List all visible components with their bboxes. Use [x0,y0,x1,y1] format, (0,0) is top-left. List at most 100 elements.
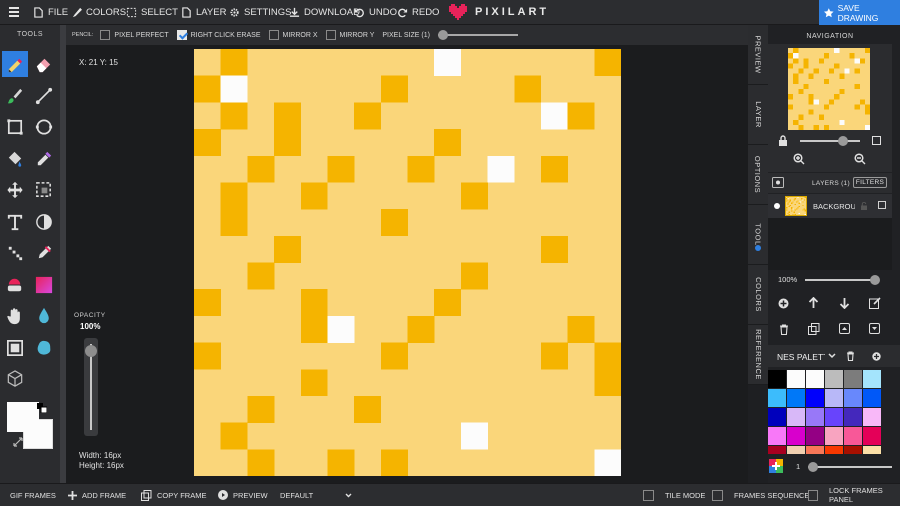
canvas-pixel[interactable] [300,369,328,397]
tab-layer[interactable]: LAYER [748,85,768,145]
palette-swatch[interactable] [806,408,824,426]
layer-select-icon[interactable] [878,201,886,209]
menu-download[interactable]: DOWNLOAD [289,0,360,25]
canvas-pixel[interactable] [194,129,221,157]
duplicate-layer-icon[interactable] [808,323,820,335]
palette-swatch[interactable] [825,408,843,426]
zoom-out-icon[interactable] [854,153,866,165]
palette-swatch[interactable] [844,389,862,407]
hand-icon[interactable] [2,303,28,329]
opacity-knob[interactable] [85,345,97,357]
palette-swatch[interactable] [844,446,862,454]
navigation-preview[interactable] [788,48,871,131]
canvas-pixel[interactable] [194,75,221,103]
gradient-icon[interactable] [31,272,57,298]
frames-sequence-option[interactable]: FRAMES SEQUENCE [712,484,809,506]
merge-down-icon[interactable] [869,323,880,334]
tab-preview[interactable]: PREVIEW [748,25,768,85]
menu-select[interactable]: SELECT [126,0,178,25]
canvas-pixel[interactable] [300,182,328,210]
frame-speed-select[interactable]: DEFAULT [280,484,352,506]
zoom-knob[interactable] [838,136,848,146]
tile-mode-option[interactable]: TILE MODE [643,484,705,506]
palette-swatch[interactable] [825,446,843,454]
menu-undo[interactable]: UNDO [354,0,397,25]
canvas-pixel[interactable] [380,209,408,237]
canvas-pixel[interactable] [300,315,328,343]
canvas-pixel[interactable] [247,395,275,423]
canvas-pixel[interactable] [220,209,248,237]
menu-layer[interactable]: LAYER [181,0,226,25]
palette-swatch[interactable] [787,370,805,388]
right-click-erase-checkbox[interactable] [176,30,187,40]
water-drop-icon[interactable] [31,303,57,329]
move-icon[interactable] [2,177,28,203]
palette-swatch[interactable] [787,408,805,426]
tab-options[interactable]: OPTIONS [748,145,768,205]
fit-icon[interactable] [872,136,881,145]
move-layer-down-icon[interactable] [839,297,850,309]
canvas-pixel[interactable] [220,182,248,210]
rectangle-icon[interactable] [2,114,28,140]
lock-frames-panel-checkbox[interactable] [808,489,818,501]
layer-opacity-knob[interactable] [870,275,880,285]
move-layer-up-icon[interactable] [808,297,819,309]
palette-size-knob[interactable] [808,462,818,472]
canvas-pixel[interactable] [380,342,408,370]
lock-frames-panel-option[interactable]: LOCK FRAMES PANEL [808,484,900,506]
palette-swatch[interactable] [806,446,824,454]
canvas-pixel[interactable] [540,155,568,183]
layer-visibility-icon[interactable] [774,203,780,209]
palette-swatch[interactable] [787,389,805,407]
palette-swatch[interactable] [844,427,862,445]
add-layer-icon[interactable] [778,298,789,309]
palette-swatch[interactable] [863,446,881,454]
pixel-perfect-checkbox[interactable] [100,30,111,40]
canvas-pixel[interactable] [327,155,355,183]
palette-swatch[interactable] [806,389,824,407]
layer-name[interactable]: BACKGROUND [813,202,855,211]
canvas-pixel[interactable] [194,342,221,370]
dither-icon[interactable] [31,209,57,235]
canvas-pixel[interactable] [460,422,488,450]
canvas-pixel[interactable] [594,449,621,476]
drawing-canvas[interactable] [194,49,621,476]
brush-icon[interactable] [2,83,28,109]
tile-mode-checkbox[interactable] [643,489,654,501]
right-click-erase-option[interactable]: RIGHT CLICK ERASE [176,30,261,40]
tab-reference[interactable]: REFERENCE [748,325,768,385]
menu-colors[interactable]: COLORS [71,0,126,25]
mirror-x-checkbox[interactable] [268,30,279,40]
opacity-slider[interactable] [84,338,98,436]
canvas-pixel[interactable] [300,289,328,317]
palette-select[interactable]: NES PALETTE [777,352,825,362]
edit-layer-icon[interactable] [869,297,881,309]
layer-settings-icon[interactable] [772,177,784,188]
canvas-pixel[interactable] [380,449,408,476]
add-color-icon[interactable] [769,459,783,473]
reset-colors-icon[interactable] [13,437,23,447]
palette-swatch[interactable] [768,370,786,388]
save-drawing-button[interactable]: SAVE DRAWING [819,0,900,25]
primary-color-swatch[interactable] [7,402,39,432]
canvas-pixel[interactable] [274,129,302,157]
blob-icon[interactable] [31,335,57,361]
palette-swatch[interactable] [863,389,881,407]
canvas-pixel[interactable] [354,395,382,423]
cube-icon[interactable] [2,366,28,392]
tab-colors[interactable]: COLORS [748,265,768,325]
mirror-x-option[interactable]: MIRROR X [268,30,318,40]
pencil-icon[interactable] [2,51,28,77]
pixel-size-knob[interactable] [437,30,448,40]
canvas-pixel[interactable] [460,262,488,290]
palette-swatch[interactable] [825,427,843,445]
ellipse-icon[interactable] [31,114,57,140]
canvas-pixel[interactable] [594,49,621,76]
palette-swatch[interactable] [768,446,786,454]
canvas-pixel[interactable] [460,182,488,210]
layer-lock-icon[interactable] [860,202,868,210]
gif-frames-button[interactable]: GIF FRAMES [10,484,56,506]
mirror-y-option[interactable]: MIRROR Y [325,30,374,40]
canvas-pixel[interactable] [434,129,462,157]
canvas-pixel[interactable] [540,342,568,370]
